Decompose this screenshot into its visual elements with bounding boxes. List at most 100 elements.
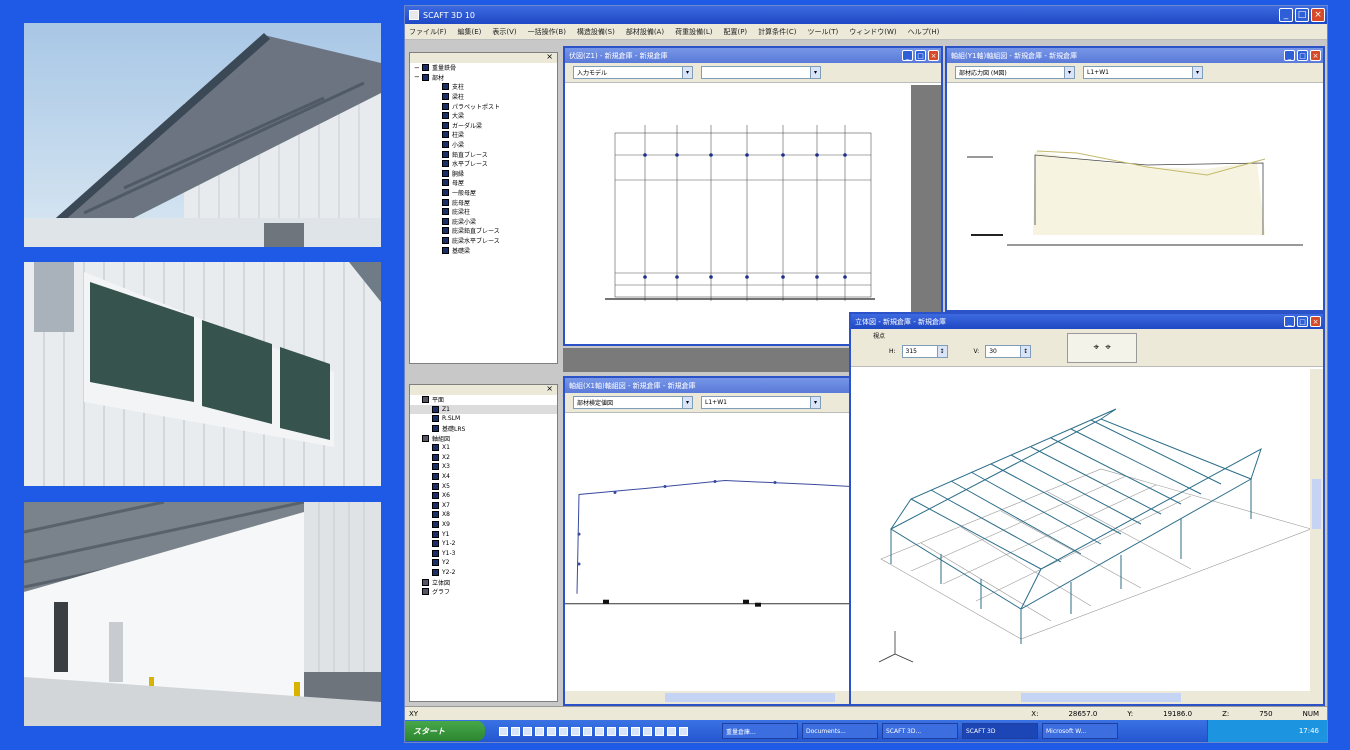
- tree-item[interactable]: 庇梁柱: [410, 207, 557, 217]
- quick-launch-icon[interactable]: [499, 726, 508, 736]
- quick-launch-icon[interactable]: [631, 726, 640, 736]
- plan-model-select[interactable]: 入力モデル ▾: [573, 66, 693, 79]
- menu-item[interactable]: 配置(P): [723, 27, 747, 37]
- tree-expander-icon[interactable]: −: [414, 64, 420, 72]
- tree-item[interactable]: 水平ブレース: [410, 159, 557, 169]
- quick-launch-icon[interactable]: [607, 726, 616, 736]
- taskbar-button[interactable]: Documents...: [802, 723, 878, 739]
- tree-item[interactable]: グラフ: [410, 587, 557, 597]
- isometric-view-window[interactable]: 立体図 - 新規倉庫 - 新規倉庫 _ □ × 視点 H: 315 ↕ V: 30 ↕ …: [849, 312, 1325, 706]
- tree-item[interactable]: R.SLM: [410, 414, 557, 424]
- tree-item[interactable]: 立体図: [410, 577, 557, 587]
- tree-item[interactable]: 一般母屋: [410, 188, 557, 198]
- tree-item[interactable]: 庇梁小梁: [410, 217, 557, 227]
- minimize-icon[interactable]: _: [902, 50, 913, 61]
- tree-item[interactable]: Y1-2: [410, 539, 557, 549]
- quick-launch-icon[interactable]: [619, 726, 628, 736]
- axis-preset-icon[interactable]: ⌖: [1105, 342, 1111, 353]
- tree-item[interactable]: 支柱: [410, 82, 557, 92]
- quick-launch-icon[interactable]: [655, 726, 664, 736]
- quick-launch-icon[interactable]: [523, 726, 532, 736]
- moment-diagram-canvas[interactable]: [947, 85, 1323, 310]
- tree-item[interactable]: − 部材: [410, 73, 557, 83]
- tree-item[interactable]: ガーダル梁: [410, 121, 557, 131]
- maximize-icon[interactable]: □: [1297, 50, 1308, 61]
- h-angle-spinner[interactable]: 315 ↕: [901, 345, 948, 358]
- tree-item[interactable]: X5: [410, 481, 557, 491]
- minimize-icon[interactable]: _: [1284, 50, 1295, 61]
- menu-item[interactable]: 計算条件(C): [758, 27, 796, 37]
- tree-item[interactable]: Y2: [410, 558, 557, 568]
- v-angle-spinner[interactable]: 30 ↕: [985, 345, 1032, 358]
- menu-item[interactable]: ヘルプ(H): [908, 27, 940, 37]
- tree-item[interactable]: Y2-2: [410, 568, 557, 578]
- tree-item[interactable]: Z1: [410, 404, 557, 415]
- quick-launch-icon[interactable]: [667, 726, 676, 736]
- close-icon[interactable]: ×: [1310, 50, 1321, 61]
- frame1-result-select[interactable]: 部材応力図 (M図) ▾: [955, 66, 1075, 79]
- plan-window-titlebar[interactable]: 伏図(Z1) - 新規倉庫 - 新規倉庫 _ □ ×: [565, 48, 941, 63]
- tree-item[interactable]: 軸組図: [410, 433, 557, 443]
- tree-item[interactable]: X1: [410, 443, 557, 453]
- frame1-case-select[interactable]: L1+W1 ▾: [1083, 66, 1203, 79]
- tree-item[interactable]: X8: [410, 510, 557, 520]
- tree-item[interactable]: X6: [410, 491, 557, 501]
- tree-item[interactable]: X7: [410, 501, 557, 511]
- tree-item[interactable]: 母屋: [410, 178, 557, 188]
- plan-drawing-canvas[interactable]: [565, 85, 941, 344]
- quick-launch-icon[interactable]: [571, 726, 580, 736]
- quick-launch-icon[interactable]: [547, 726, 556, 736]
- menu-item[interactable]: 部材設備(A): [626, 27, 664, 37]
- plan-view-window[interactable]: 伏図(Z1) - 新規倉庫 - 新規倉庫 _ □ × 入力モデル ▾ ▾: [563, 46, 943, 346]
- quick-launch-icon[interactable]: [679, 726, 688, 736]
- tree-item[interactable]: 柱梁: [410, 130, 557, 140]
- tree-item[interactable]: X4: [410, 472, 557, 482]
- ratio-diagram-canvas[interactable]: [565, 415, 851, 704]
- frame2-result-select[interactable]: 部材検定値図 ▾: [573, 396, 693, 409]
- tree-item[interactable]: X3: [410, 462, 557, 472]
- frame2-window-titlebar[interactable]: 軸組(X1軸)軸組図 - 新規倉庫 - 新規倉庫: [565, 378, 851, 393]
- tree-item[interactable]: 平面: [410, 395, 557, 405]
- tree-item[interactable]: 基礎梁: [410, 245, 557, 255]
- tree-item[interactable]: 小梁: [410, 140, 557, 150]
- menu-item[interactable]: 荷重設備(L): [675, 27, 712, 37]
- isometric-canvas[interactable]: [851, 369, 1323, 704]
- tree-item[interactable]: 胴縁: [410, 169, 557, 179]
- tree-item[interactable]: − 重量鉄骨: [410, 63, 557, 73]
- tree-item[interactable]: 庇梁鉛直ブレース: [410, 226, 557, 236]
- minimize-icon[interactable]: _: [1279, 8, 1293, 22]
- menu-item[interactable]: 表示(V): [492, 27, 516, 37]
- close-icon[interactable]: ×: [1311, 8, 1325, 22]
- tree-item[interactable]: X9: [410, 520, 557, 530]
- tree-item[interactable]: X2: [410, 453, 557, 463]
- close-icon[interactable]: ×: [928, 50, 939, 61]
- minimize-icon[interactable]: _: [1284, 316, 1295, 327]
- quick-launch-icon[interactable]: [535, 726, 544, 736]
- quick-launch-icon[interactable]: [559, 726, 568, 736]
- menu-item[interactable]: ウィンドウ(W): [849, 27, 896, 37]
- start-button[interactable]: スタート: [405, 721, 485, 741]
- menu-item[interactable]: ファイル(F): [409, 27, 447, 37]
- tree-item[interactable]: 大梁: [410, 111, 557, 121]
- maximize-icon[interactable]: □: [1295, 8, 1309, 22]
- taskbar-button[interactable]: Microsoft W...: [1042, 723, 1118, 739]
- pane-close-icon[interactable]: ×: [546, 384, 553, 393]
- plan-secondary-select[interactable]: ▾: [701, 66, 821, 79]
- tree-item[interactable]: 基礎LRS: [410, 424, 557, 434]
- tree-item[interactable]: 鉛直ブレース: [410, 149, 557, 159]
- tree-item[interactable]: Y1: [410, 529, 557, 539]
- axis-preset-buttons[interactable]: ⌖ ⌖: [1067, 332, 1138, 363]
- axis-preset-icon[interactable]: ⌖: [1094, 342, 1100, 353]
- close-icon[interactable]: ×: [1310, 316, 1321, 327]
- taskbar-button[interactable]: SCAFT 3D...: [882, 723, 958, 739]
- maximize-icon[interactable]: □: [915, 50, 926, 61]
- frame2-case-select[interactable]: L1+W1 ▾: [701, 396, 821, 409]
- quick-launch-icon[interactable]: [511, 726, 520, 736]
- taskbar-button[interactable]: SCAFT 3D: [962, 723, 1038, 739]
- moment-diagram-window[interactable]: 軸組(Y1軸)軸組図 - 新規倉庫 - 新規倉庫 _ □ × 部材応力図 (M図) ▾…: [945, 46, 1325, 312]
- taskbar-button[interactable]: 重量倉庫...: [722, 723, 798, 739]
- tree-item[interactable]: Y1-3: [410, 549, 557, 559]
- frame1-window-titlebar[interactable]: 軸組(Y1軸)軸組図 - 新規倉庫 - 新規倉庫 _ □ ×: [947, 48, 1323, 63]
- menu-item[interactable]: 編集(E): [458, 27, 482, 37]
- tree-item[interactable]: 庇母屋: [410, 197, 557, 207]
